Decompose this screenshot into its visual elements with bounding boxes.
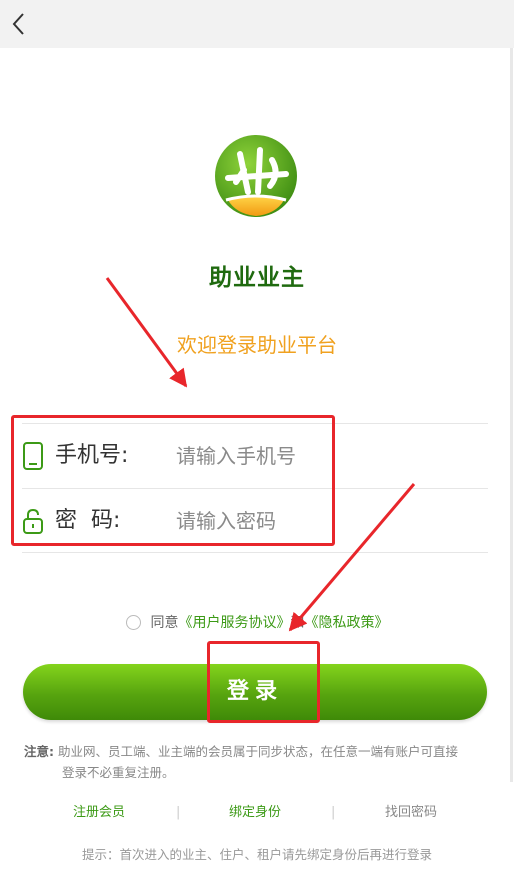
register-link[interactable]: 注册会员 [73, 802, 125, 824]
agreement-conjunction: 和 [290, 615, 305, 631]
recover-password-link[interactable]: 找回密码 [385, 802, 437, 824]
note-line2: 登录不必重复注册。 [62, 765, 175, 780]
bind-identity-link[interactable]: 绑定身份 [229, 802, 281, 824]
sync-note: 注意: 助业网、员工端、业主端的会员属于同步状态，在任意一端有账户可直接 登录不… [24, 741, 464, 783]
top-bar [0, 0, 514, 48]
separator: | [176, 805, 181, 820]
app-name: 助业业主 [209, 265, 305, 291]
note-line1: 助业网、员工端、业主端的会员属于同步状态，在任意一端有账户可直接 [57, 744, 458, 759]
welcome-text: 欢迎登录助业平台 [177, 333, 337, 357]
scrollbar[interactable] [510, 48, 513, 782]
separator: | [331, 805, 336, 820]
note-label: 注意: [24, 744, 54, 759]
annotation-box-login [207, 641, 320, 723]
divider [22, 552, 488, 553]
annotation-box-form [11, 415, 335, 546]
bottom-links: 注册会员 | 绑定身份 | 找回密码 [0, 802, 514, 824]
agreement-row: 同意《用户服务协议》和《隐私政策》 [0, 610, 514, 636]
hint-text: 提示：首次进入的业主、住户、租户请先绑定身份后再进行登录 [81, 847, 432, 862]
agreement-prefix: 同意 [150, 615, 179, 631]
privacy-link[interactable]: 《隐私政策》 [305, 615, 389, 631]
app-logo-icon [214, 134, 298, 218]
terms-link[interactable]: 《用户服务协议》 [179, 615, 291, 631]
chevron-left-icon[interactable] [8, 10, 32, 38]
agreement-checkbox[interactable] [125, 615, 141, 630]
